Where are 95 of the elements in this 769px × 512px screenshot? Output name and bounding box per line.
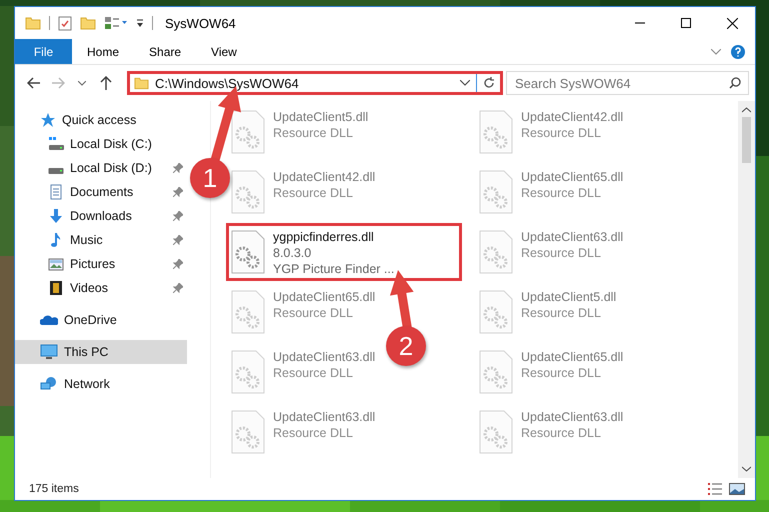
scrollbar[interactable] — [738, 101, 755, 478]
checklist-icon[interactable] — [58, 15, 72, 31]
ribbon-tab[interactable]: View — [196, 39, 252, 64]
file-description: Resource DLL — [521, 366, 602, 380]
pin-icon[interactable] — [173, 235, 183, 245]
file-description: Resource DLL — [273, 426, 354, 440]
file-name[interactable]: UpdateClient42.dll — [273, 170, 376, 184]
scroll-up-icon[interactable] — [742, 107, 751, 113]
nav-item[interactable]: This PC — [15, 340, 187, 364]
search-field[interactable]: Search SysWOW64 — [506, 71, 749, 95]
file-name[interactable]: UpdateClient65.dll — [273, 290, 376, 304]
maximize-icon — [681, 18, 691, 28]
file-name[interactable]: UpdateClient65.dll — [521, 350, 624, 364]
nav-item[interactable]: Quick access — [15, 108, 187, 132]
file-name[interactable]: UpdateClient5.dll — [521, 290, 616, 304]
file-name[interactable]: UpdateClient65.dll — [521, 170, 624, 184]
ribbon-tab[interactable]: Home — [72, 39, 134, 64]
dll-file-icon — [479, 110, 513, 154]
ribbon-tab[interactable]: Share — [134, 39, 196, 64]
chevron-down-icon[interactable] — [460, 80, 470, 86]
item-count: 175 items — [29, 483, 79, 495]
dll-file-icon — [231, 290, 265, 334]
nav-item[interactable]: Music — [15, 228, 187, 252]
file-name[interactable]: UpdateClient63.dll — [521, 230, 624, 244]
file-description: Resource DLL — [521, 126, 602, 140]
nav-item[interactable]: Network — [15, 372, 187, 396]
scroll-down-icon[interactable] — [742, 466, 751, 472]
nav-item[interactable]: Videos — [15, 276, 187, 300]
pin-icon[interactable] — [173, 187, 183, 197]
monitor-icon — [40, 344, 58, 360]
dll-file-icon — [231, 110, 265, 154]
dll-file-icon — [231, 410, 265, 454]
pin-icon[interactable] — [173, 163, 183, 173]
dropdown-icon[interactable] — [136, 18, 144, 28]
file-name[interactable]: UpdateClient42.dll — [521, 110, 624, 124]
document-icon — [48, 184, 64, 200]
file-menu-tab[interactable]: File — [15, 39, 72, 64]
dll-file-icon — [479, 350, 513, 394]
folder-icon[interactable] — [80, 16, 96, 30]
film-icon — [48, 280, 64, 296]
dll-file-icon — [231, 350, 265, 394]
close-icon — [726, 18, 738, 28]
nav-item[interactable]: Local Disk (C:) — [15, 132, 187, 156]
nav-item[interactable]: Pictures — [15, 252, 187, 276]
scrollbar-thumb[interactable] — [742, 117, 751, 163]
window-title: SysWOW64 — [165, 16, 236, 30]
file-name[interactable]: UpdateClient5.dll — [273, 110, 368, 124]
file-version: 8.0.3.0 — [273, 246, 312, 260]
drive-icon — [48, 136, 64, 152]
nav-item[interactable]: OneDrive — [15, 308, 187, 332]
file-description: Resource DLL — [521, 186, 602, 200]
file-description: Resource DLL — [521, 246, 602, 260]
file-description: Resource DLL — [521, 306, 602, 320]
dll-file-icon — [231, 230, 265, 274]
drive-icon — [48, 168, 64, 174]
details-view-icon[interactable] — [707, 482, 723, 496]
folder-icon — [134, 76, 149, 90]
up-arrow-icon — [100, 76, 112, 90]
nav-item[interactable]: Downloads — [15, 204, 187, 228]
help-icon[interactable] — [731, 44, 745, 58]
search-icon[interactable] — [729, 77, 741, 89]
folder-icon[interactable] — [25, 16, 41, 30]
file-name[interactable]: UpdateClient63.dll — [273, 410, 376, 424]
file-description: Resource DLL — [521, 426, 602, 440]
star-icon — [40, 112, 56, 128]
dll-file-icon — [479, 170, 513, 214]
nav-item[interactable]: Documents — [15, 180, 187, 204]
pin-icon[interactable] — [173, 283, 183, 293]
pin-icon[interactable] — [173, 259, 183, 269]
file-name[interactable]: UpdateClient63.dll — [273, 350, 376, 364]
file-description: Resource DLL — [273, 306, 354, 320]
nav-item[interactable]: Local Disk (D:) — [15, 156, 187, 180]
dll-file-icon — [479, 290, 513, 334]
file-description: Resource DLL — [273, 366, 354, 380]
back-arrow-icon — [27, 77, 41, 89]
refresh-icon — [482, 77, 494, 89]
dll-file-icon — [479, 410, 513, 454]
file-description: YGP Picture Finder ... — [273, 262, 394, 276]
network-icon — [40, 376, 58, 392]
chevron-down-icon — [78, 80, 86, 86]
minimize-icon — [635, 22, 645, 24]
download-icon — [48, 208, 64, 224]
forward-arrow-icon — [51, 77, 65, 89]
layout-dropdown-icon[interactable] — [104, 16, 128, 30]
cloud-icon — [40, 314, 58, 326]
file-name[interactable]: ygppicfinderres.dll — [273, 230, 394, 244]
file-description: Resource DLL — [273, 186, 354, 200]
address-field[interactable]: C:\Windows\SysWOW64 — [127, 71, 503, 95]
file-description: Resource DLL — [273, 126, 354, 140]
dll-file-icon — [231, 170, 265, 214]
thumbnail-view-icon[interactable] — [729, 482, 745, 496]
file-name[interactable]: UpdateClient63.dll — [521, 410, 624, 424]
picture-icon — [48, 256, 64, 272]
pin-icon[interactable] — [173, 211, 183, 221]
dll-file-icon — [479, 230, 513, 274]
